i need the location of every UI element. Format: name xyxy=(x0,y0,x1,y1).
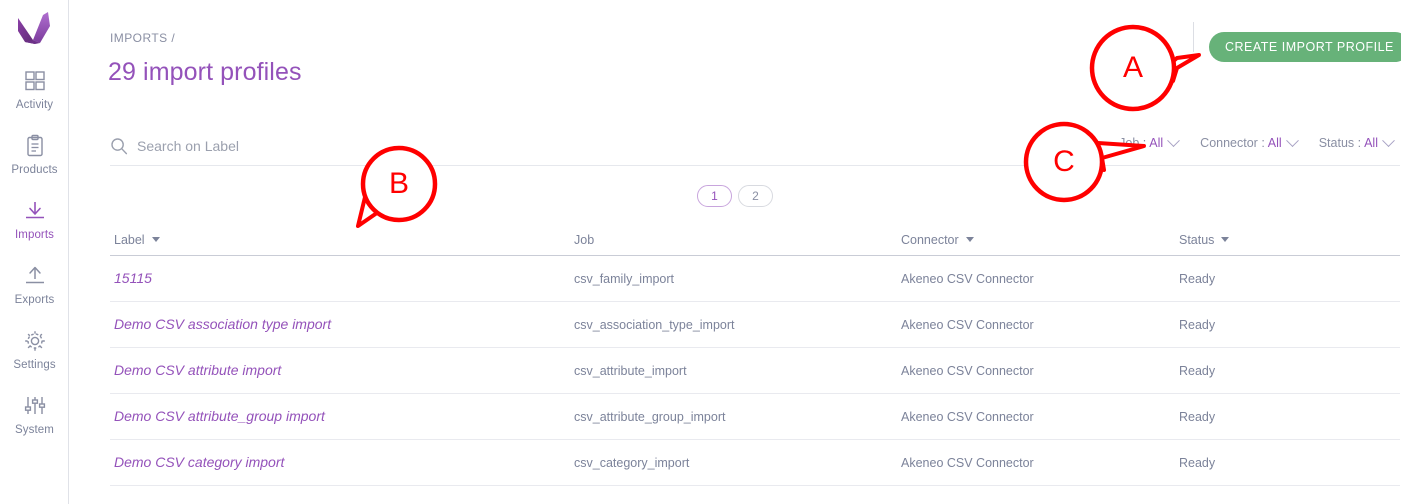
breadcrumb[interactable]: IMPORTS / xyxy=(110,31,175,45)
create-import-profile-button[interactable]: CREATE IMPORT PROFILE xyxy=(1209,32,1401,62)
profile-label-link[interactable]: Demo CSV category import xyxy=(114,454,284,470)
profile-label-link[interactable]: Demo CSV attribute_group import xyxy=(114,408,325,424)
chevron-down-icon xyxy=(1285,133,1299,147)
profile-job: csv_attribute_import xyxy=(574,363,687,378)
filter-job-value: All xyxy=(1149,136,1164,150)
sidebar-item-exports[interactable]: Exports xyxy=(0,257,69,322)
sidebar-item-system[interactable]: System xyxy=(0,387,69,452)
sidebar: Activity Products Imports Exports Settin… xyxy=(0,0,69,504)
table-row[interactable]: Demo CSV attribute import csv_attribute_… xyxy=(110,348,1400,394)
column-header-status[interactable]: Status xyxy=(1179,233,1379,247)
page-title: 29 import profiles xyxy=(108,58,302,86)
column-header-label-text: Label xyxy=(114,232,145,247)
profile-label-link[interactable]: Demo CSV attribute import xyxy=(114,362,281,378)
table-row[interactable]: Demo CSV attribute_group import csv_attr… xyxy=(110,394,1400,440)
page-button-2[interactable]: 2 xyxy=(738,185,773,207)
column-header-label[interactable]: Label xyxy=(110,233,574,247)
filter-job-label: Job : xyxy=(1119,136,1147,150)
sidebar-nav: Activity Products Imports Exports Settin… xyxy=(0,62,69,452)
sidebar-item-label: Settings xyxy=(13,359,56,371)
filter-status-value: All xyxy=(1364,136,1378,150)
chevron-down-icon xyxy=(1167,133,1181,147)
table-header-row: Label Job Connector Status xyxy=(110,224,1400,256)
profile-status: Ready xyxy=(1179,409,1216,424)
profile-connector: Akeneo CSV Connector xyxy=(901,271,1034,286)
profile-job: csv_category_import xyxy=(574,455,690,470)
profile-status: Ready xyxy=(1179,317,1216,332)
chevron-down-icon xyxy=(1382,133,1395,147)
pagination: 1 2 xyxy=(69,185,1401,207)
profile-job: csv_association_type_import xyxy=(574,317,735,332)
sort-arrow-icon xyxy=(965,237,974,242)
profile-job: csv_family_import xyxy=(574,271,675,286)
sidebar-item-products[interactable]: Products xyxy=(0,127,69,192)
sidebar-item-activity[interactable]: Activity xyxy=(0,62,69,127)
filter-connector-value: All xyxy=(1267,136,1282,150)
sidebar-item-label: Exports xyxy=(14,294,55,306)
column-header-status-text: Status xyxy=(1179,232,1215,247)
column-header-connector[interactable]: Connector xyxy=(901,233,1179,247)
search-icon xyxy=(110,137,128,155)
header-divider xyxy=(1193,22,1194,52)
sidebar-item-settings[interactable]: Settings xyxy=(0,322,69,387)
clipboard-icon xyxy=(22,133,48,159)
column-header-job-text: Job xyxy=(574,232,595,247)
filter-status[interactable]: Status : All xyxy=(1318,133,1395,150)
table-row[interactable]: Demo CSV category import csv_category_im… xyxy=(110,440,1400,486)
main-content: IMPORTS / 29 import profiles CREATE IMPO… xyxy=(69,0,1401,504)
grid-icon xyxy=(22,68,48,94)
upload-icon xyxy=(22,263,48,289)
profile-status: Ready xyxy=(1179,455,1216,470)
app-root: Activity Products Imports Exports Settin… xyxy=(0,0,1401,504)
profile-label-link[interactable]: Demo CSV association type import xyxy=(114,316,331,332)
sidebar-item-label: Products xyxy=(11,164,58,176)
filter-connector[interactable]: Connector : All xyxy=(1200,133,1299,150)
download-icon xyxy=(22,198,48,224)
profile-connector: Akeneo CSV Connector xyxy=(901,363,1034,378)
column-header-connector-text: Connector xyxy=(901,232,959,247)
profile-job: csv_attribute_group_import xyxy=(574,409,726,424)
column-header-job: Job xyxy=(574,233,901,247)
filter-connector-label: Connector : xyxy=(1200,136,1265,150)
akeneo-logo-icon xyxy=(17,12,50,44)
profile-connector: Akeneo CSV Connector xyxy=(901,409,1034,424)
table-row[interactable]: Demo CSV association type import csv_ass… xyxy=(110,302,1400,348)
sliders-icon xyxy=(22,393,48,419)
gear-icon xyxy=(22,328,48,354)
page-button-1[interactable]: 1 xyxy=(697,185,732,207)
profile-label-link[interactable]: 15115 xyxy=(114,270,152,286)
sort-arrow-icon xyxy=(1221,237,1230,242)
akeneo-logo[interactable] xyxy=(0,6,69,54)
search-divider xyxy=(110,165,1400,166)
sidebar-item-label: Imports xyxy=(14,229,55,241)
table-row[interactable]: 15115 csv_family_import Akeneo CSV Conne… xyxy=(110,256,1400,302)
sidebar-item-label: Activity xyxy=(15,99,54,111)
filter-status-label: Status : xyxy=(1318,136,1362,150)
profile-connector: Akeneo CSV Connector xyxy=(901,317,1034,332)
profile-status: Ready xyxy=(1179,271,1216,286)
profile-status: Ready xyxy=(1179,363,1216,378)
sort-arrow-icon xyxy=(151,237,160,242)
profile-connector: Akeneo CSV Connector xyxy=(901,455,1034,470)
filter-job[interactable]: Job : All xyxy=(1119,133,1181,150)
sidebar-item-imports[interactable]: Imports xyxy=(0,192,69,257)
import-profiles-table: Label Job Connector Status 15115 csv_fam… xyxy=(110,224,1400,486)
filter-group: Job : All Connector : All Status : All xyxy=(1119,133,1395,150)
search-input[interactable] xyxy=(137,138,597,154)
sidebar-item-label: System xyxy=(15,424,54,436)
